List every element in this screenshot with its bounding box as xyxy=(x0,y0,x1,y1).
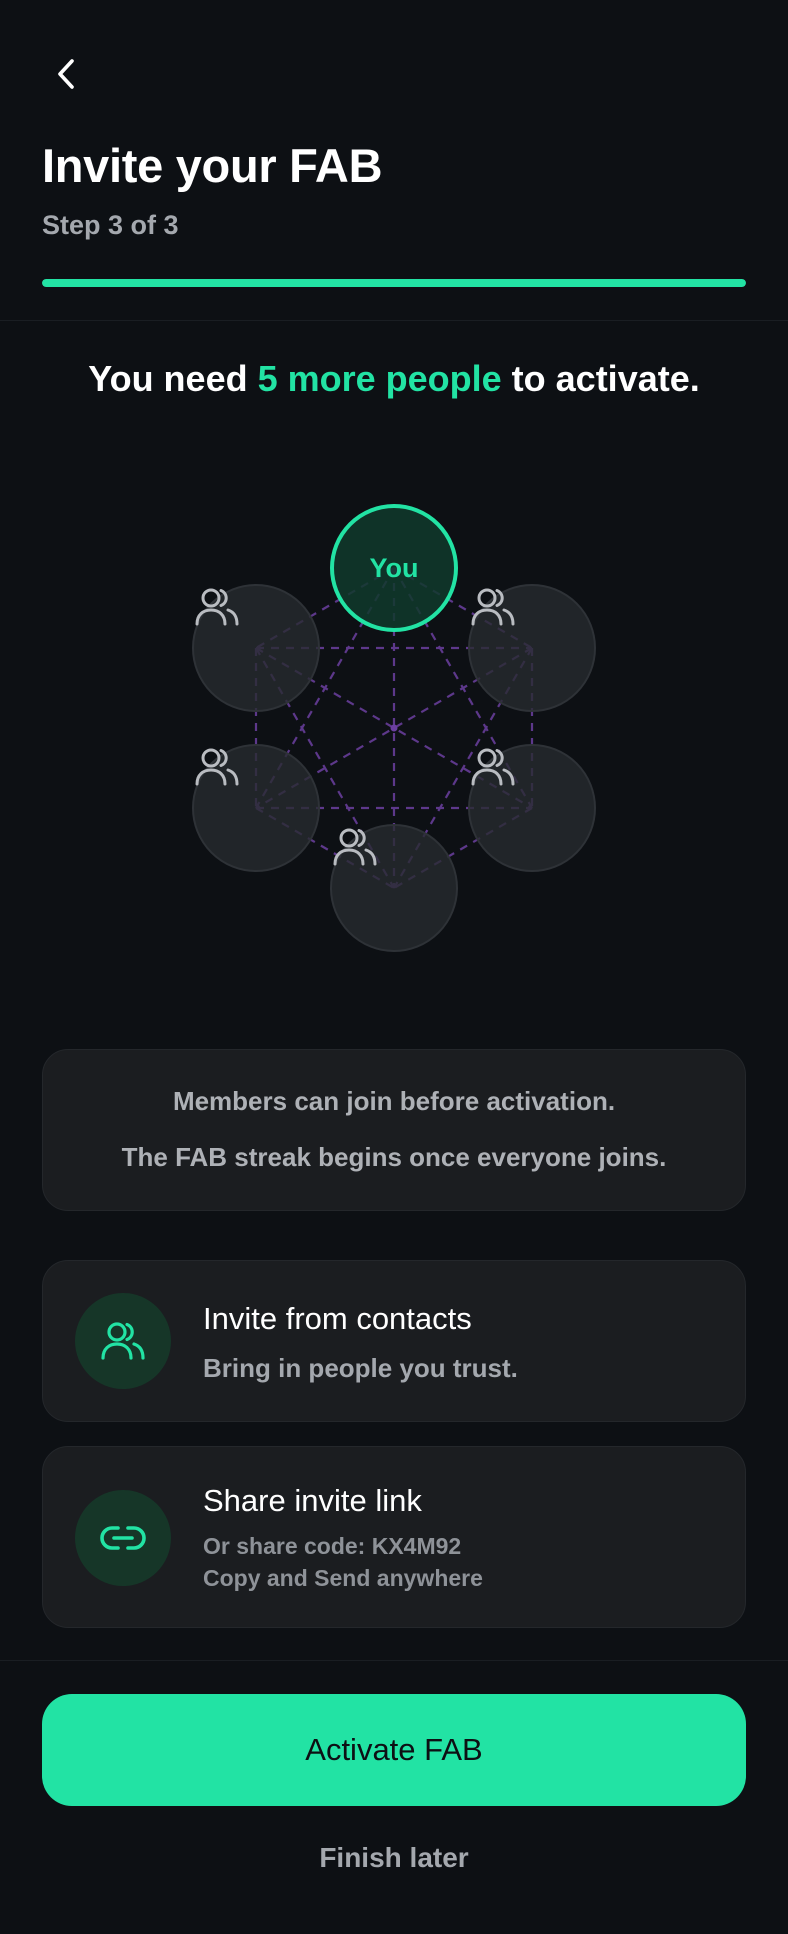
users-icon xyxy=(195,588,239,626)
users-icon xyxy=(195,748,239,786)
share-link-card[interactable]: Share invite link Or share code: KX4M92 … xyxy=(42,1446,746,1628)
users-icon xyxy=(471,748,515,786)
users-icon xyxy=(101,1322,145,1360)
page-title: Invite your FAB xyxy=(42,139,383,192)
header-divider xyxy=(0,320,788,321)
invite-contacts-subtitle: Bring in people you trust. xyxy=(203,1353,518,1383)
footer-divider xyxy=(0,1660,788,1661)
headline-suffix: to activate. xyxy=(501,358,700,399)
link-icon xyxy=(100,1526,146,1550)
users-icon xyxy=(471,588,515,626)
headline-highlight: 5 more people xyxy=(257,358,502,399)
pending-member-node xyxy=(468,584,596,712)
back-button[interactable] xyxy=(42,50,90,98)
chevron-left-icon xyxy=(58,59,74,89)
users-icon xyxy=(333,828,377,866)
activate-fab-button[interactable]: Activate FAB xyxy=(42,1694,746,1806)
share-code-text[interactable]: Or share code: KX4M92 xyxy=(203,1533,461,1560)
info-line-streak: The FAB streak begins once everyone join… xyxy=(121,1142,667,1172)
progress-bar xyxy=(42,279,746,287)
activation-info-card: Members can join before activation. The … xyxy=(42,1049,746,1211)
contacts-icon-badge xyxy=(75,1293,171,1389)
pending-member-node xyxy=(192,744,320,872)
copy-send-text: Copy and Send anywhere xyxy=(203,1565,483,1591)
invite-contacts-title: Invite from contacts xyxy=(203,1301,472,1336)
step-indicator: Step 3 of 3 xyxy=(42,210,179,240)
headline-prefix: You need xyxy=(88,358,258,399)
you-node: You xyxy=(330,504,458,632)
finish-later-button[interactable]: Finish later xyxy=(0,1842,788,1874)
member-network: You xyxy=(184,500,604,960)
share-link-title: Share invite link xyxy=(203,1483,422,1518)
activation-headline: You need 5 more people to activate. xyxy=(0,358,788,400)
info-line-join: Members can join before activation. xyxy=(172,1086,616,1116)
pending-member-node xyxy=(468,744,596,872)
pending-member-node xyxy=(192,584,320,712)
pending-member-node xyxy=(330,824,458,952)
progress-fill xyxy=(42,279,746,287)
invite-screen: Invite your FAB Step 3 of 3 You need 5 m… xyxy=(0,0,788,1934)
link-icon-badge xyxy=(75,1490,171,1586)
invite-contacts-card[interactable]: Invite from contacts Bring in people you… xyxy=(42,1260,746,1422)
